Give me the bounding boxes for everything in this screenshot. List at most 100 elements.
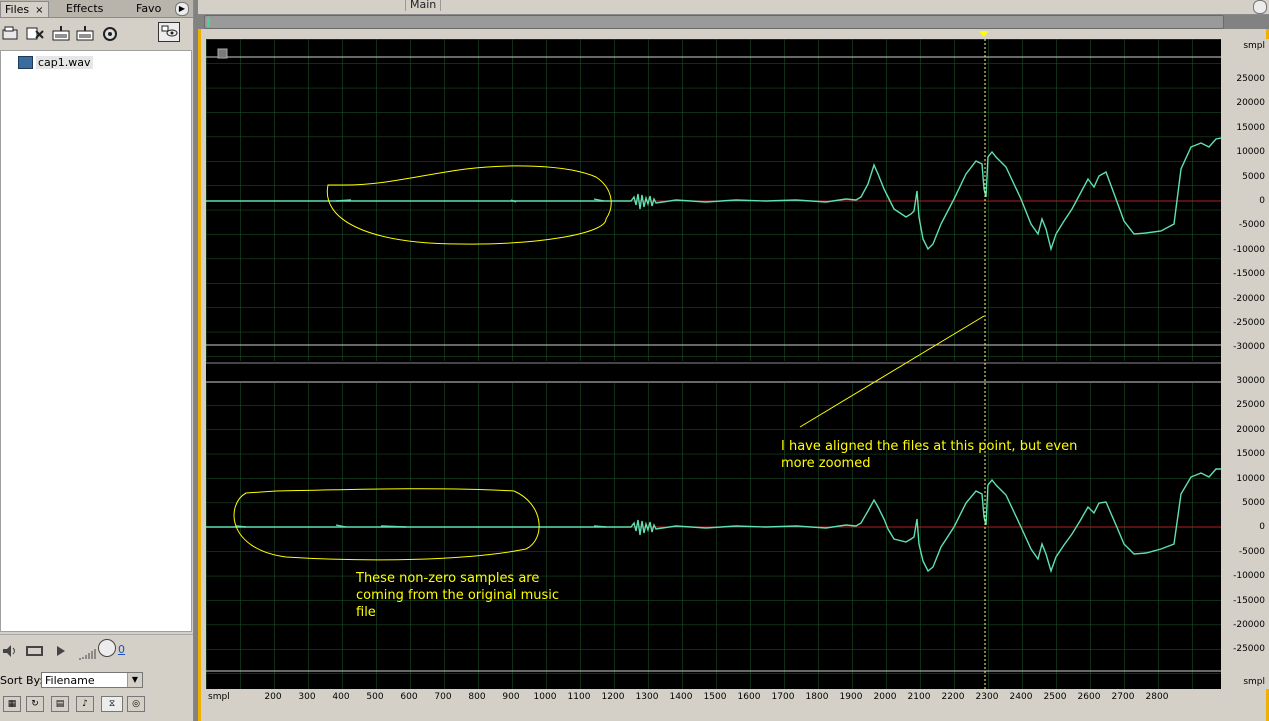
amplitude-tick-label: -10000 [1233, 571, 1265, 582]
channel-separator [206, 361, 1221, 383]
channel-enable-icon[interactable] [217, 48, 228, 59]
filter-video-icon[interactable]: ▤ [51, 696, 69, 712]
amplitude-ruler[interactable]: smpl 25000 20000 15000 10000 5000 0 -5000 -1000… [1221, 39, 1269, 689]
file-list[interactable]: cap1.wav [0, 50, 192, 632]
time-tick-label: 600 [400, 692, 418, 702]
time-tick-label: 2700 [1111, 692, 1135, 702]
annotation-nonzero: These non-zero samples are coming from t… [356, 570, 559, 621]
chevron-down-icon[interactable]: ▼ [127, 673, 142, 687]
ruler-unit-bottom: smpl [1243, 677, 1265, 687]
amplitude-tick-label: -25000 [1233, 644, 1265, 655]
tab-favorites[interactable]: Favo [132, 1, 165, 16]
tab-scroll-right-icon[interactable]: ▶ [175, 2, 189, 16]
zoom-overview-bar[interactable] [204, 15, 1224, 29]
time-tick-label: 200 [264, 692, 282, 702]
open-file-icon[interactable] [2, 24, 20, 42]
cd-icon[interactable] [101, 24, 119, 42]
time-tick-label: 1000 [533, 692, 557, 702]
time-tick-label: 2800 [1145, 692, 1169, 702]
files-toolbar [0, 18, 193, 48]
annotation-aligned: I have aligned the files at this point, … [781, 438, 1077, 472]
filter-cd-icon[interactable]: ◎ [127, 696, 145, 712]
time-tick-label: 300 [298, 692, 316, 702]
amplitude-tick-label: 5000 [1242, 498, 1265, 508]
time-tick-label: 1500 [703, 692, 727, 702]
files-panel: Files × Effects Favo ▶ cap1.wav 0 Sort B… [0, 0, 194, 721]
time-tick-label: 2200 [941, 692, 965, 702]
time-tick-label: 700 [434, 692, 452, 702]
amplitude-tick-label: -5000 [1238, 220, 1265, 231]
tab-favorites-label: Favo [136, 2, 162, 15]
time-tick-label: 900 [502, 692, 520, 702]
panel-menu-icon[interactable] [1253, 0, 1267, 14]
files-bottom-toolbar: ▦ ↻ ▤ ♪ ⧖ ◎ [0, 694, 193, 718]
show-preview-icon[interactable] [158, 22, 180, 42]
sort-by-label: Sort By: [0, 674, 44, 687]
main-tabbar: Main [198, 0, 1269, 15]
sort-by-value: Filename [45, 674, 95, 687]
amplitude-tick-label: 25000 [1236, 74, 1265, 84]
amplitude-tick-label: 0 [1259, 522, 1265, 533]
time-tick-label: 400 [332, 692, 350, 702]
amplitude-tick-label: -15000 [1233, 269, 1265, 280]
auto-play-icon[interactable]: ↻ [26, 696, 44, 712]
amplitude-tick-label: -15000 [1233, 595, 1265, 606]
tab-main-label: Main [410, 0, 437, 11]
amplitude-tick-label: 20000 [1236, 98, 1265, 109]
preview-transport: 0 [0, 634, 193, 663]
annotation-nonzero-line2: coming from the original music [356, 588, 560, 603]
close-file-icon[interactable] [26, 24, 44, 42]
sort-by-select[interactable]: Filename ▼ [41, 672, 143, 688]
tab-effects[interactable]: Effects [62, 1, 107, 16]
annotation-nonzero-line1: These non-zero samples are [356, 571, 540, 586]
time-tick-label: 1300 [635, 692, 659, 702]
time-tick-label: 1200 [601, 692, 625, 702]
amplitude-tick-label: 30000 [1236, 376, 1265, 386]
waveform-file-icon [18, 55, 33, 69]
insert-into-multitrack-icon[interactable] [52, 24, 70, 42]
annotation-aligned-line1: I have aligned the files at this point, … [781, 439, 1078, 454]
waveform-view-icon[interactable]: ▦ [3, 696, 21, 712]
time-ruler[interactable]: smpl 200 300 400 500 600 700 800 900 1000 1100 120… [206, 689, 1221, 705]
speaker-icon[interactable] [2, 643, 18, 662]
overview-thumb[interactable] [207, 17, 210, 27]
bottom-strip [201, 705, 1266, 721]
play-icon[interactable] [55, 643, 67, 662]
volume-level-icon [78, 645, 98, 664]
insert-into-cd-list-icon[interactable] [76, 24, 94, 42]
tab-effects-label: Effects [66, 2, 104, 15]
file-name: cap1.wav [36, 55, 93, 69]
ruler-unit-top: smpl [1243, 41, 1265, 51]
time-tick-label: 2300 [975, 692, 999, 702]
file-item[interactable]: cap1.wav [18, 55, 93, 69]
tab-files[interactable]: Files × [0, 1, 49, 17]
annotation-aligned-line2: more zoomed [781, 456, 871, 471]
filter-audio-icon[interactable]: ♪ [76, 696, 94, 712]
amplitude-tick-label: 10000 [1236, 473, 1265, 484]
time-tick-label: 2400 [1009, 692, 1033, 702]
waveform-display[interactable]: I have aligned the files at this point, … [206, 39, 1221, 689]
time-tick-label: 2600 [1077, 692, 1101, 702]
amplitude-tick-label: -30000 [1233, 342, 1265, 353]
panel-tabs: Files × Effects Favo ▶ [0, 0, 193, 18]
amplitude-tick-label: 10000 [1236, 147, 1265, 158]
tab-close-icon[interactable]: × [35, 5, 43, 16]
sort-by-bar: Sort By: Filename ▼ [0, 671, 193, 691]
amplitude-tick-label: 15000 [1236, 122, 1265, 133]
time-tick-label: 500 [366, 692, 384, 702]
time-tick-label: 2100 [907, 692, 931, 702]
amplitude-tick-label: 5000 [1242, 171, 1265, 182]
filter-search-icon[interactable]: ⧖ [101, 696, 123, 712]
volume-knob[interactable] [98, 639, 116, 657]
amplitude-tick-label: 25000 [1236, 400, 1265, 411]
amplitude-tick-label: -5000 [1238, 546, 1265, 557]
loop-icon[interactable] [26, 643, 44, 662]
amplitude-tick-label: 20000 [1236, 424, 1265, 435]
tab-files-label: Files [5, 3, 30, 16]
playhead-marker-top-icon[interactable] [979, 31, 989, 37]
time-tick-label: 1600 [737, 692, 761, 702]
annotation-nonzero-line3: file [356, 605, 376, 620]
time-tick-label: 2500 [1043, 692, 1067, 702]
tab-main[interactable]: Main [405, 0, 442, 11]
volume-value[interactable]: 0 [118, 643, 125, 656]
